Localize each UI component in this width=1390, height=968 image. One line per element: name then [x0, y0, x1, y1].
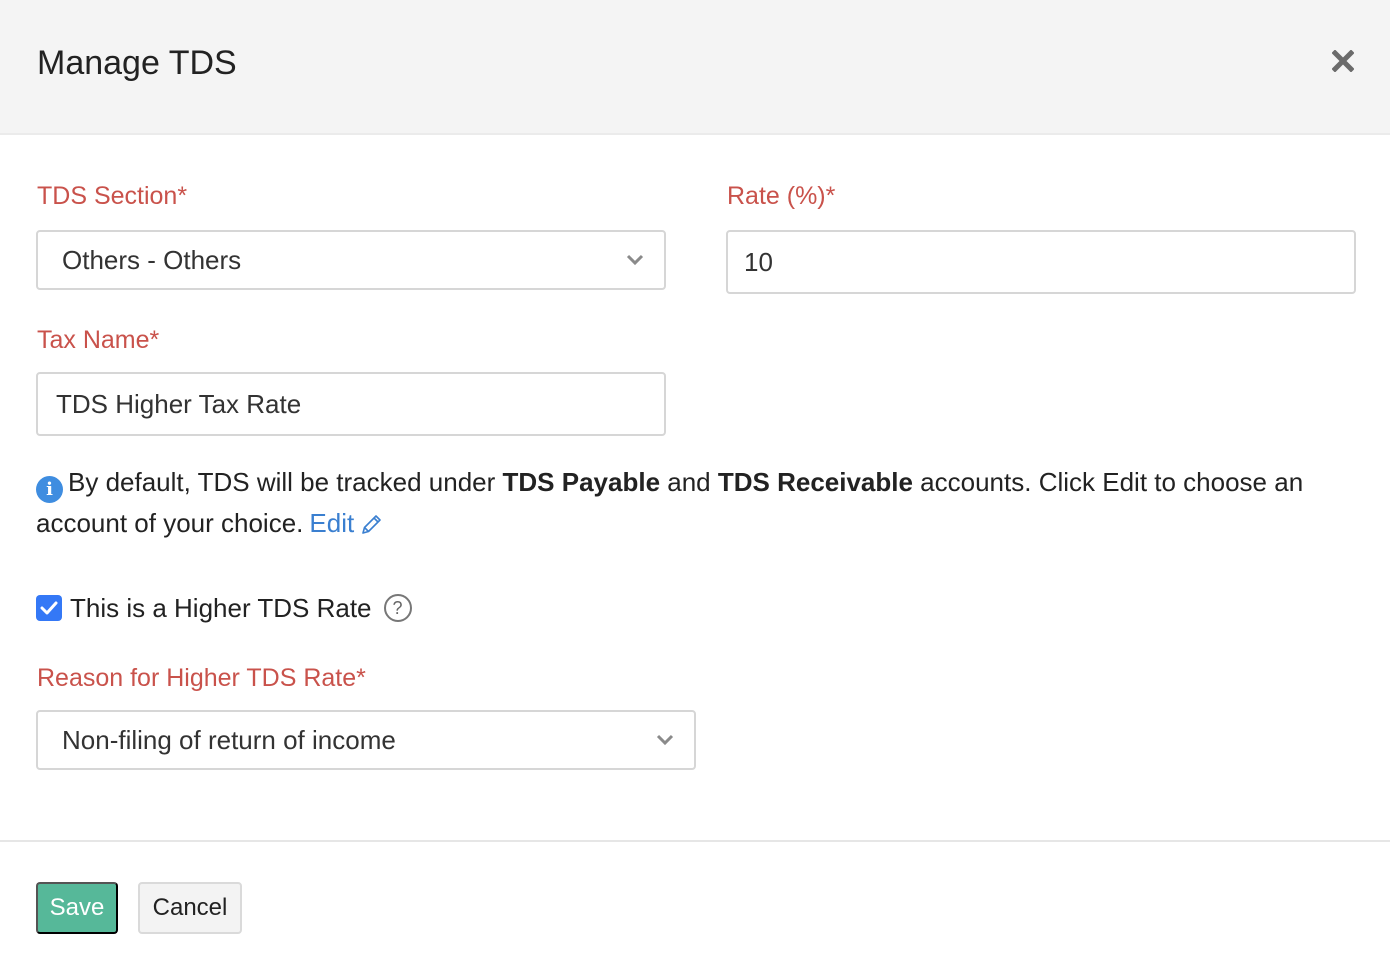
higher-tds-rate-label: This is a Higher TDS Rate	[70, 592, 372, 623]
rate-value: 10	[744, 246, 773, 277]
rate-label: Rate (%)*	[727, 182, 836, 210]
tds-payable-text: TDS Payable	[502, 467, 661, 497]
edit-link[interactable]: Edit	[309, 508, 384, 538]
footer-divider	[0, 840, 1390, 842]
close-button[interactable]	[1326, 44, 1360, 78]
modal-title: Manage TDS	[37, 44, 237, 82]
modal-header: Manage TDS	[0, 0, 1390, 135]
tds-receivable-text: TDS Receivable	[717, 467, 913, 497]
pencil-icon	[362, 515, 382, 534]
save-button[interactable]: Save	[36, 882, 118, 934]
close-icon	[1332, 50, 1354, 72]
reason-select[interactable]: Non-filing of return of income	[36, 710, 696, 770]
tds-section-select[interactable]: Others - Others	[36, 230, 666, 290]
chevron-down-icon	[656, 734, 674, 746]
edit-label: Edit	[309, 508, 355, 538]
info-text-part: By default, TDS will be tracked under	[68, 467, 503, 497]
info-icon: i	[36, 476, 63, 503]
tds-section-value: Others - Others	[62, 244, 242, 275]
higher-tds-rate-checkbox[interactable]	[36, 595, 62, 621]
tds-section-label: TDS Section*	[37, 182, 188, 210]
reason-value: Non-filing of return of income	[62, 724, 396, 755]
tax-name-value: TDS Higher Tax Rate	[56, 388, 302, 419]
tax-name-input[interactable]: TDS Higher Tax Rate	[36, 372, 666, 436]
reason-label: Reason for Higher TDS Rate*	[37, 664, 366, 692]
question-icon[interactable]: ?	[383, 594, 412, 622]
chevron-down-icon	[626, 254, 644, 266]
account-info-text: i By default, TDS will be tracked under T…	[36, 462, 1356, 543]
checkmark-icon	[40, 601, 58, 615]
rate-input[interactable]: 10	[726, 230, 1356, 294]
info-text-part: and	[660, 467, 718, 497]
tax-name-label: Tax Name*	[37, 326, 160, 354]
higher-tds-rate-row: This is a Higher TDS Rate ?	[36, 590, 412, 626]
cancel-button[interactable]: Cancel	[138, 882, 242, 934]
